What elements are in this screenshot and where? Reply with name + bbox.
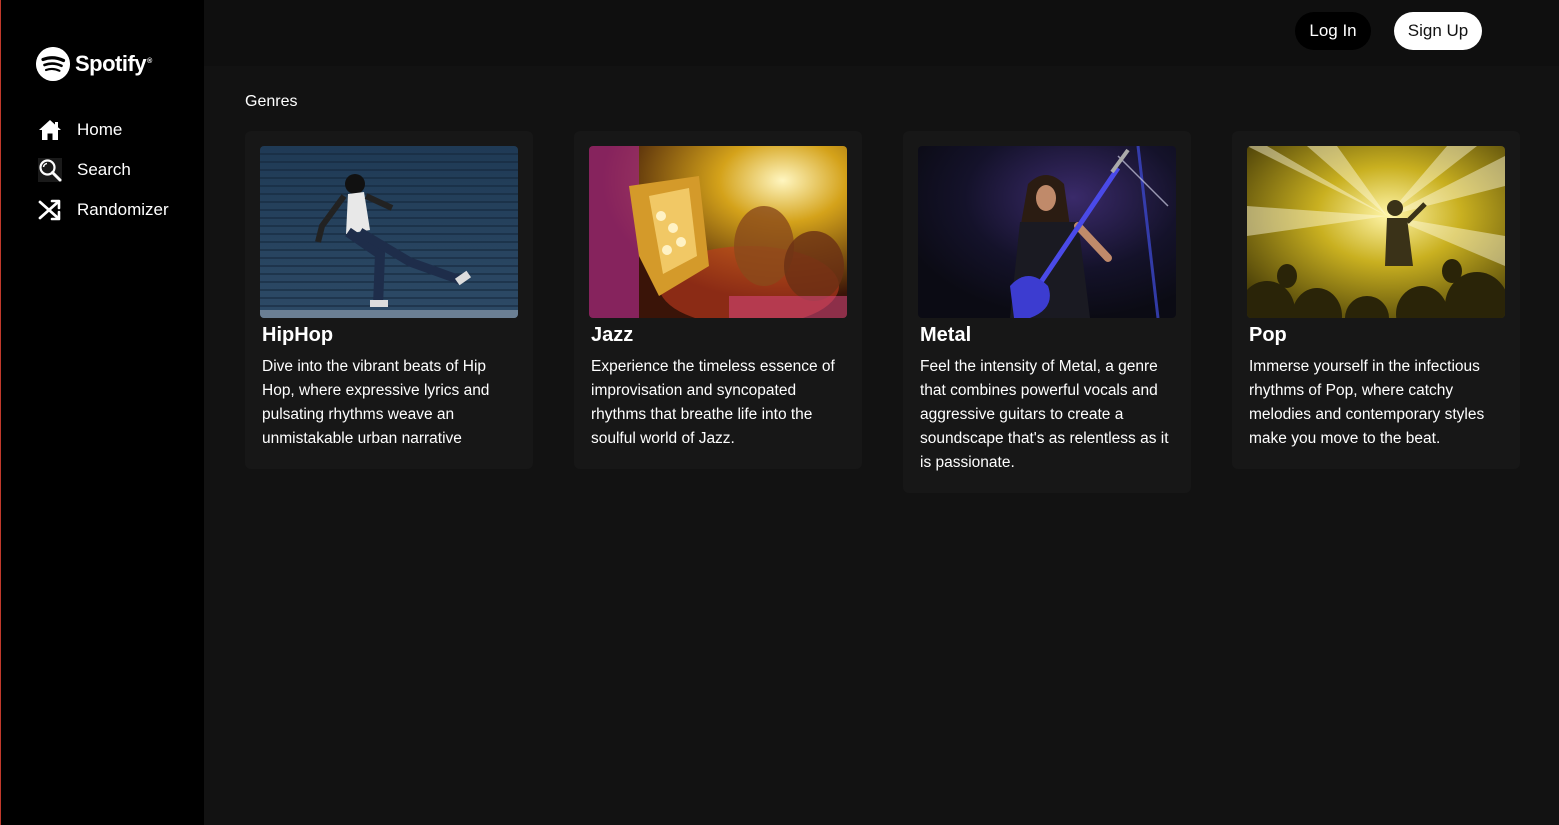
sidebar-item-label: Search	[77, 160, 131, 179]
sidebar-item-label: Home	[77, 120, 123, 139]
spotify-logo-icon	[36, 47, 70, 81]
login-button[interactable]: Log In	[1295, 12, 1371, 50]
sidebar: Spotify® Home Search Randomizer	[0, 0, 204, 825]
genre-card-description: Immerse yourself in the infectious rhyth…	[1249, 358, 1485, 447]
genre-card-list: HipHop Dive into the vibrant beats of Hi…	[245, 131, 1520, 493]
sidebar-nav: Home Search Randomizer	[37, 110, 197, 230]
sidebar-item-randomizer[interactable]: Randomizer	[37, 190, 197, 230]
signup-button[interactable]: Sign Up	[1394, 12, 1482, 50]
sidebar-item-home[interactable]: Home	[37, 110, 197, 150]
app-window: Spotify® Home Search Randomizer Log In S…	[0, 0, 1559, 825]
genre-card-title: Jazz	[591, 324, 634, 346]
sidebar-item-label: Randomizer	[77, 200, 169, 219]
genre-card-description: Feel the intensity of Metal, a genre tha…	[920, 358, 1169, 471]
genre-card-metal[interactable]: Metal Feel the intensity of Metal, a gen…	[903, 131, 1191, 493]
main-content: Log In Sign Up Genres HipHop Dive into t…	[204, 0, 1559, 825]
brand-name: Spotify®	[75, 51, 152, 76]
home-icon	[37, 117, 63, 143]
genre-card-description: Experience the timeless essence of impro…	[591, 358, 835, 447]
genre-card-description: Dive into the vibrant beats of Hip Hop, …	[262, 358, 490, 447]
jazz-saxophone-image	[589, 146, 847, 318]
spotify-logo[interactable]: Spotify®	[36, 47, 152, 81]
pop-concert-image	[1247, 146, 1505, 318]
sidebar-item-search[interactable]: Search	[37, 150, 197, 190]
section-title: Genres	[245, 93, 298, 110]
genre-card-title: Pop	[1249, 324, 1287, 346]
genre-card-jazz[interactable]: Jazz Experience the timeless essence of …	[574, 131, 862, 469]
genre-card-title: Metal	[920, 324, 972, 346]
genre-card-title: HipHop	[262, 324, 334, 346]
search-icon	[37, 157, 63, 183]
genre-card-pop[interactable]: Pop Immerse yourself in the infectious r…	[1232, 131, 1520, 469]
shuffle-icon	[37, 197, 63, 223]
metal-guitarist-image	[918, 146, 1176, 318]
top-bar: Log In Sign Up	[204, 0, 1559, 66]
genre-card-hiphop[interactable]: HipHop Dive into the vibrant beats of Hi…	[245, 131, 533, 469]
hiphop-dancer-image	[260, 146, 518, 318]
